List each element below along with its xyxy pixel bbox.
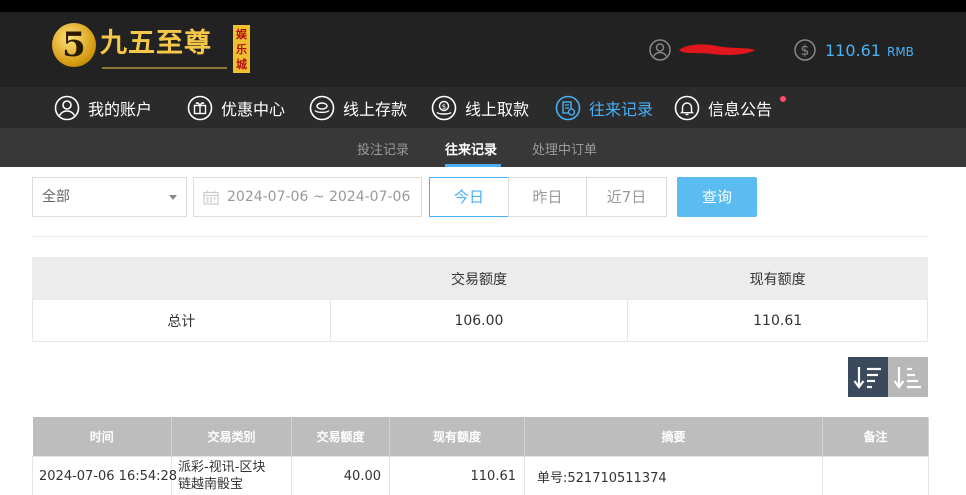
cell-time: 2024-07-06 16:54:28	[32, 455, 177, 495]
nav-item-notices[interactable]: 信息公告	[674, 94, 772, 122]
main-nav: 我的账户 优惠中心 线上存款 $ 线上取款 往来记录 信息公告	[0, 87, 966, 128]
quick-today-button[interactable]: 今日	[429, 177, 509, 217]
column-header-remark: 备注	[822, 417, 929, 456]
type-select[interactable]: 全部	[32, 177, 187, 217]
active-tab-indicator	[445, 164, 501, 167]
svg-text:$: $	[442, 103, 446, 111]
brand-logo[interactable]: 5 九五至尊 娱乐城	[52, 23, 257, 75]
sort-descending-button[interactable]	[848, 357, 888, 397]
chevron-down-icon	[169, 195, 177, 200]
subtab-transactions[interactable]: 往来记录	[445, 139, 497, 158]
deposit-icon	[309, 95, 335, 121]
quick-date-buttons: 今日 昨日 近7日	[429, 177, 667, 217]
brand-name: 九五至尊	[100, 28, 212, 59]
records-header-row: 时间 交易类别 交易额度 现有额度 摘要 备注	[32, 417, 929, 456]
sub-nav: 投注记录 往来记录 处理中订单	[0, 128, 966, 167]
quick-last7-button[interactable]: 近7日	[586, 177, 667, 217]
records-table: 时间 交易类别 交易额度 现有额度 摘要 备注 2024-07-06 16:54…	[32, 417, 929, 495]
brand-sub-label: 娱乐城	[233, 25, 250, 73]
nav-item-promotions[interactable]: 优惠中心	[187, 94, 285, 122]
query-button[interactable]: 查询	[677, 177, 757, 217]
nav-label: 线上取款	[465, 100, 530, 119]
balance-unit: RMB	[886, 45, 914, 59]
summary-header-row: 交易额度 现有额度	[32, 257, 928, 300]
balance-amount: 110.61	[825, 41, 881, 60]
cell-amount: 40.00	[291, 455, 390, 495]
cell-summary: 单号:521710511374	[524, 455, 823, 495]
divider	[32, 236, 928, 237]
logo-ornament	[102, 66, 227, 70]
sort-desc-icon	[853, 367, 881, 389]
summary-total-label: 总计	[32, 299, 331, 342]
quick-yesterday-button[interactable]: 昨日	[508, 177, 587, 217]
brand-sub-text: 娱乐城	[236, 28, 247, 71]
summary-header-cell	[32, 257, 331, 300]
nav-label: 线上存款	[343, 100, 408, 119]
bell-icon	[674, 95, 700, 121]
summary-total-row: 总计 106.00 110.61	[32, 299, 928, 342]
nav-item-account[interactable]: 我的账户	[54, 94, 152, 122]
column-header-amount: 交易额度	[291, 417, 390, 456]
records-icon	[555, 95, 581, 121]
user-circle-icon	[54, 95, 80, 121]
column-header-balance: 现有额度	[389, 417, 525, 456]
dollar-coin-icon: $	[794, 39, 816, 61]
calendar-icon	[203, 190, 219, 205]
column-header-category: 交易类别	[171, 417, 292, 456]
notice-badge-dot	[780, 96, 786, 102]
user-circle-icon[interactable]	[649, 39, 671, 61]
balance-display: 110.61 RMB	[825, 41, 914, 60]
gift-icon	[187, 95, 213, 121]
nav-item-withdraw[interactable]: $ 线上取款	[431, 94, 529, 122]
column-header-summary: 摘要	[524, 417, 823, 456]
nav-item-records[interactable]: 往来记录	[555, 94, 653, 122]
logo-emblem: 5	[52, 23, 96, 67]
nav-label: 往来记录	[589, 100, 654, 119]
summary-total-balance: 110.61	[627, 299, 928, 342]
withdraw-icon: $	[431, 95, 457, 121]
summary-header-cell: 现有额度	[627, 257, 928, 300]
username-redacted	[677, 41, 757, 59]
nav-item-deposit[interactable]: 线上存款	[309, 94, 407, 122]
category-line: 链越南骰宝	[178, 477, 244, 492]
subtab-bet-records[interactable]: 投注记录	[357, 139, 409, 158]
cell-remark	[822, 455, 929, 495]
column-header-time: 时间	[32, 417, 172, 456]
summary-total-amount: 106.00	[329, 299, 629, 342]
cell-category: 派彩-视讯-区块 链越南骰宝	[171, 455, 292, 495]
type-select-value: 全部	[42, 189, 70, 205]
cell-balance: 110.61	[389, 455, 525, 495]
table-row: 2024-07-06 16:54:28 派彩-视讯-区块 链越南骰宝 40.00…	[32, 455, 929, 495]
subtab-pending-orders[interactable]: 处理中订单	[532, 139, 597, 158]
nav-label: 信息公告	[708, 100, 773, 119]
category-line: 派彩-视讯-区块	[178, 460, 266, 475]
nav-label: 我的账户	[88, 100, 153, 119]
top-strip	[0, 0, 966, 12]
svg-text:$: $	[801, 43, 810, 59]
date-range-value: 2024-07-06 ~ 2024-07-06	[227, 189, 411, 205]
header: 5 九五至尊 娱乐城 $ 110.61 RMB	[0, 12, 966, 87]
sort-asc-icon	[893, 367, 921, 389]
nav-label: 优惠中心	[221, 100, 286, 119]
date-range-input[interactable]: 2024-07-06 ~ 2024-07-06	[193, 177, 422, 217]
summary-table: 交易额度 现有额度 总计 106.00 110.61	[32, 257, 928, 342]
sort-ascending-button[interactable]	[888, 357, 928, 397]
summary-header-cell: 交易额度	[329, 257, 629, 300]
